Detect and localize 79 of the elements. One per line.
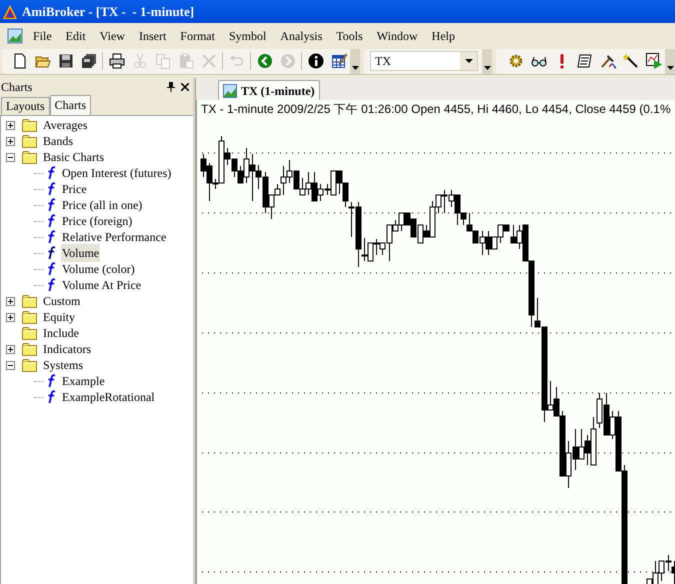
menu-item[interactable]: Insert xyxy=(132,27,172,45)
tree-item[interactable]: Basic Charts xyxy=(42,148,105,166)
expand-icon[interactable] xyxy=(6,120,15,130)
menu-item[interactable]: Help xyxy=(426,27,461,45)
folder-icon xyxy=(22,294,37,308)
magic-wand-icon[interactable] xyxy=(622,53,638,69)
tree-item[interactable]: Equity xyxy=(42,308,76,326)
tree-item[interactable]: Relative Performance xyxy=(61,228,168,246)
window-title: AmiBroker - [TX - - 1-minute] xyxy=(22,2,194,21)
close-icon[interactable] xyxy=(181,82,189,90)
function-icon xyxy=(46,374,56,388)
tree-item[interactable]: Custom xyxy=(42,292,82,310)
function-icon xyxy=(46,390,56,404)
tree-item[interactable]: Volume At Price xyxy=(61,276,142,294)
function-icon xyxy=(46,262,56,276)
document-icon xyxy=(7,28,23,44)
function-icon xyxy=(46,166,56,180)
floppy-disks-icon[interactable] xyxy=(80,53,96,69)
menu-item[interactable]: View xyxy=(94,27,131,45)
folder-icon xyxy=(22,134,37,148)
tree-item[interactable]: Example xyxy=(61,372,106,390)
chart-icon xyxy=(223,84,237,98)
function-icon xyxy=(46,230,56,244)
tree-item[interactable]: Bands xyxy=(42,132,74,150)
collapse-icon[interactable] xyxy=(6,360,15,370)
panel-tab[interactable]: Layouts xyxy=(1,97,50,115)
expand-icon[interactable] xyxy=(6,136,15,146)
info-icon[interactable] xyxy=(308,53,324,69)
app-logo-icon xyxy=(2,4,18,20)
function-icon xyxy=(46,246,56,260)
panel-tab[interactable]: Charts xyxy=(50,95,92,115)
expand-icon[interactable] xyxy=(6,344,15,354)
toolbar-chevron-icon[interactable] xyxy=(482,48,492,74)
chart-play-icon[interactable] xyxy=(646,53,662,69)
tree-item[interactable]: Systems xyxy=(42,356,84,374)
menu-item[interactable]: File xyxy=(27,27,58,45)
collapse-icon[interactable] xyxy=(6,152,15,162)
menu-item[interactable]: Analysis xyxy=(274,27,328,45)
toolbar-chevron-icon[interactable] xyxy=(665,48,675,74)
chart-tab[interactable]: TX (1-minute) xyxy=(218,80,320,100)
menu-item[interactable]: Format xyxy=(174,27,221,45)
dropdown-arrow-icon xyxy=(464,58,472,64)
folder-icon xyxy=(22,118,37,132)
tree-item[interactable]: Include xyxy=(42,324,80,342)
symbol-combo[interactable]: TX xyxy=(370,51,478,71)
printer-icon[interactable] xyxy=(108,53,124,69)
toolbar-chevron-icon[interactable] xyxy=(350,48,360,74)
scroll-icon[interactable] xyxy=(576,53,592,69)
function-icon xyxy=(46,198,56,212)
tree-item[interactable]: Price (foreign) xyxy=(61,212,134,230)
menu-item[interactable]: Window xyxy=(370,27,424,45)
chart-info-text: TX - 1-minute 2009/2/25 下午 01:26:00 Open 4455, Hi 4460, Lo 4454, Close 4459 (0.1% xyxy=(200,101,672,118)
tree-item[interactable]: Price (all in one) xyxy=(61,196,144,214)
tree-item[interactable]: ExampleRotational xyxy=(61,388,156,406)
folder-icon xyxy=(22,342,37,356)
menu-item[interactable]: Tools xyxy=(330,27,369,45)
tree-item[interactable]: Price xyxy=(61,180,88,198)
folder-icon xyxy=(22,326,37,340)
tree-item[interactable]: Averages xyxy=(42,116,88,134)
hammer-icon[interactable] xyxy=(600,53,616,69)
pin-icon[interactable] xyxy=(167,82,175,92)
tree-item[interactable]: Volume (color) xyxy=(61,260,136,278)
menu-item[interactable]: Edit xyxy=(60,27,92,45)
folder-icon xyxy=(22,358,37,372)
tree-item[interactable]: Indicators xyxy=(42,340,92,358)
function-icon xyxy=(46,278,56,292)
tree-item[interactable]: Open Interest (futures) xyxy=(61,164,172,182)
table-pencil-icon[interactable] xyxy=(330,53,346,69)
function-icon xyxy=(46,182,56,196)
function-icon xyxy=(46,214,56,228)
folder-icon xyxy=(22,310,37,324)
tree-item[interactable]: Volume xyxy=(61,244,100,262)
expand-icon[interactable] xyxy=(6,312,15,322)
folder-icon xyxy=(22,150,37,164)
gear-icon[interactable] xyxy=(508,53,524,69)
menu-item[interactable]: Symbol xyxy=(222,27,272,45)
new-document-icon[interactable] xyxy=(12,53,28,69)
expand-icon[interactable] xyxy=(6,296,15,306)
panel-title: Charts xyxy=(0,78,32,96)
